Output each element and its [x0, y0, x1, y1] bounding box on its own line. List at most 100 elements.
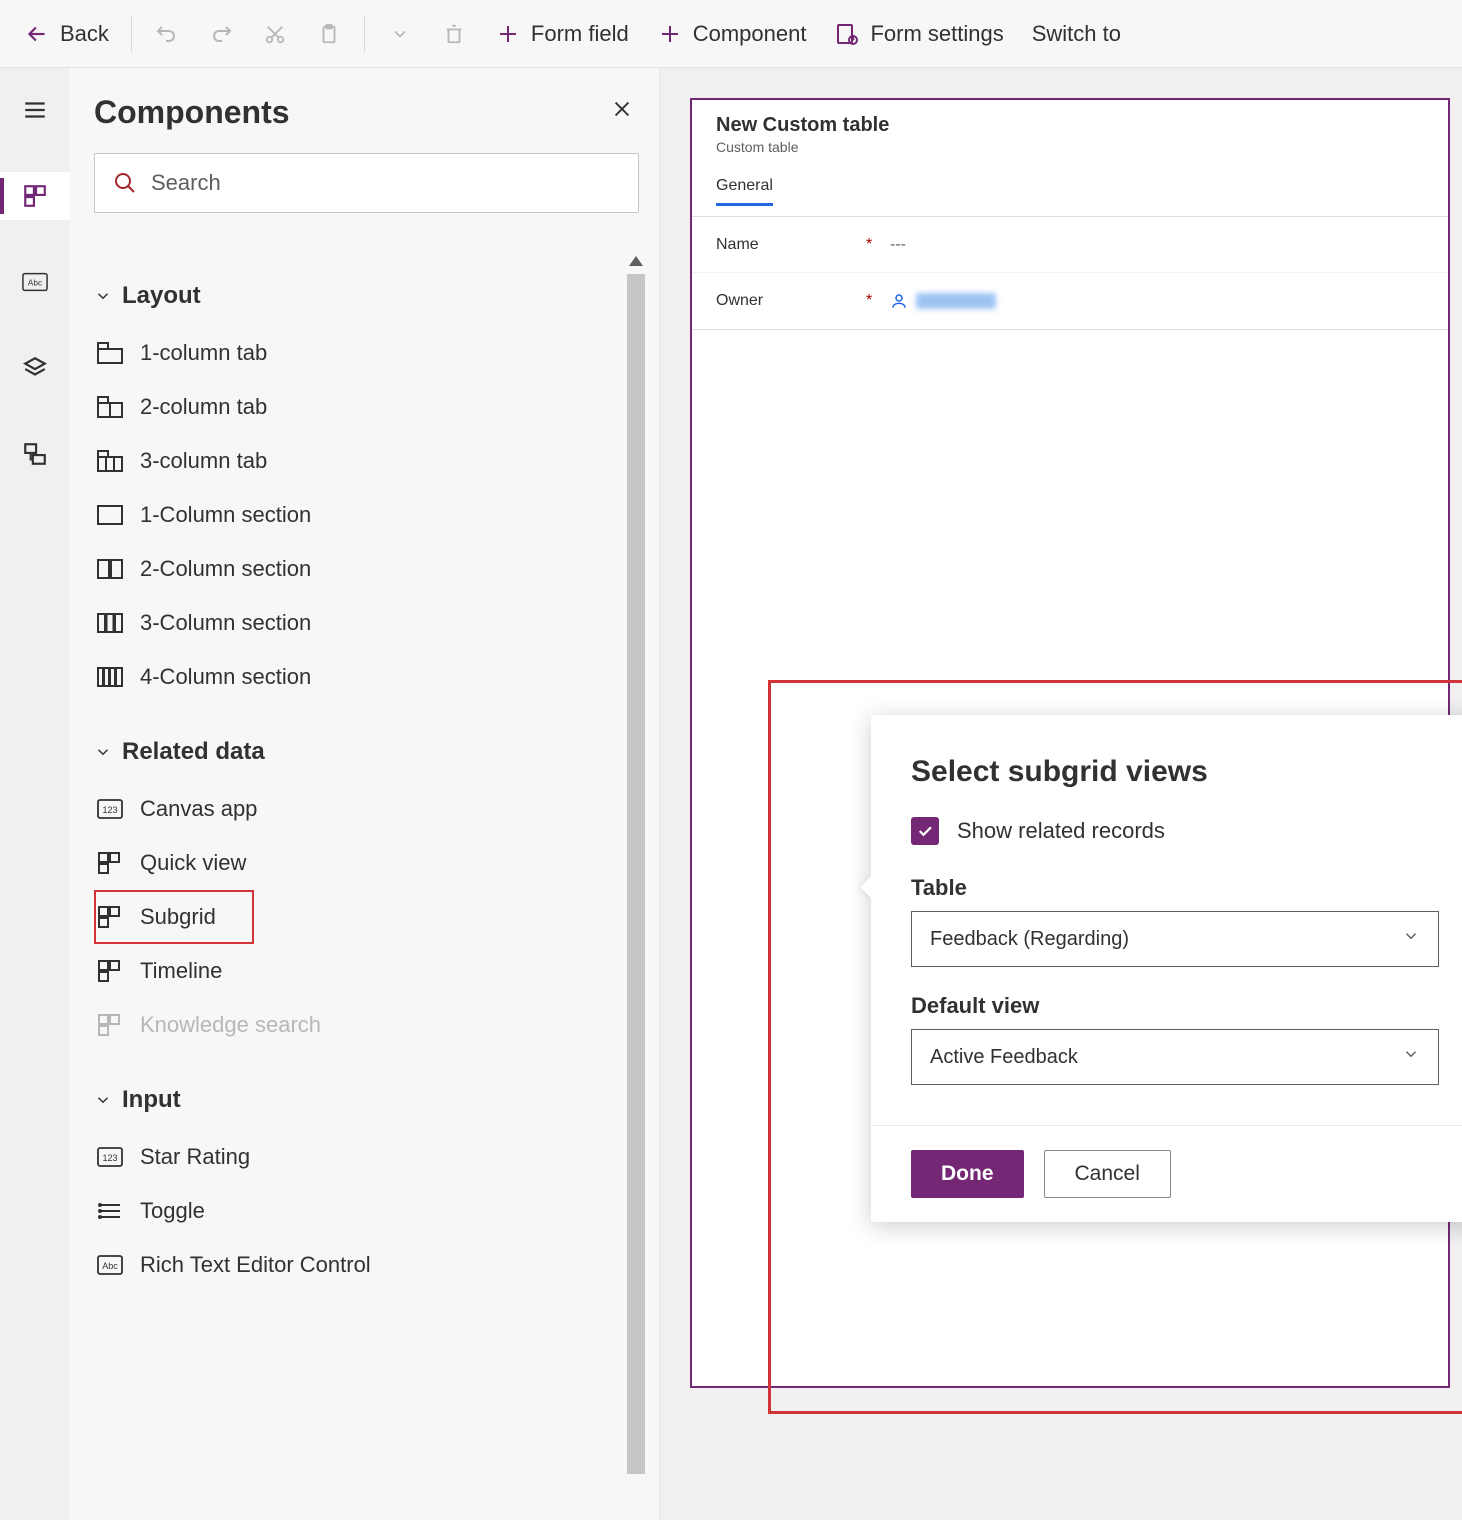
chevron-down-icon [94, 287, 112, 305]
annotation-highlight-box: Select subgrid views Show related record… [768, 680, 1462, 1414]
section-layout-label: Layout [122, 282, 201, 310]
add-form-field-button[interactable]: Form field [483, 15, 641, 53]
redo-button[interactable] [196, 15, 246, 53]
cut-button[interactable] [250, 15, 300, 53]
form-settings-icon [834, 21, 860, 47]
component-2-column-tab[interactable]: 2-column tab [94, 380, 645, 434]
field-name-value: --- [890, 236, 906, 254]
panel-scrollbar[interactable] [627, 248, 645, 1520]
component-knowledge-search: Knowledge search [94, 998, 645, 1052]
field-owner-row[interactable]: Owner * [692, 273, 1448, 329]
delete-button[interactable] [429, 15, 479, 53]
rich-text-icon: Abc [96, 1254, 124, 1276]
label: Star Rating [140, 1144, 250, 1170]
field-name-label: Name [716, 236, 856, 254]
table-field-label: Table [911, 875, 1439, 901]
form-card[interactable]: New Custom table Custom table General Na… [690, 98, 1450, 1388]
component-subgrid[interactable]: Subgrid [94, 890, 254, 944]
rail-tree-button[interactable] [11, 430, 59, 478]
abc-icon: Abc [22, 271, 48, 293]
tab-3col-icon [96, 450, 124, 472]
show-related-label: Show related records [957, 818, 1165, 844]
rail-hamburger-button[interactable] [11, 86, 59, 134]
canvas-app-icon: 123 [96, 798, 124, 820]
table-select[interactable]: Feedback (Regarding) [911, 911, 1439, 967]
view-field-label: Default view [911, 993, 1439, 1019]
section-related-header[interactable]: Related data [94, 738, 645, 766]
redo-icon [208, 21, 234, 47]
undo-icon [154, 21, 180, 47]
layers-icon [22, 355, 48, 381]
form-title: New Custom table [716, 114, 1424, 137]
view-select-value: Active Feedback [930, 1046, 1078, 1069]
section-input-label: Input [122, 1086, 181, 1114]
component-quick-view[interactable]: Quick view [94, 836, 645, 890]
left-rail: Abc [0, 68, 70, 1520]
label: Canvas app [140, 796, 257, 822]
timeline-icon [96, 960, 124, 982]
component-canvas-app[interactable]: 123 Canvas app [94, 782, 645, 836]
section-layout-header[interactable]: Layout [94, 282, 645, 310]
label: 1-column tab [140, 340, 267, 366]
label: 4-Column section [140, 664, 311, 690]
checkbox-checked-icon [911, 817, 939, 845]
panel-title: Components [94, 94, 290, 131]
quick-view-icon [96, 852, 124, 874]
label: 1-Column section [140, 502, 311, 528]
view-select[interactable]: Active Feedback [911, 1029, 1439, 1085]
label: Knowledge search [140, 1012, 321, 1038]
rail-components-button[interactable] [0, 172, 70, 220]
component-1-column-section[interactable]: 1-Column section [94, 488, 645, 542]
cancel-label: Cancel [1075, 1162, 1140, 1186]
form-settings-button[interactable]: Form settings [822, 15, 1015, 53]
top-toolbar: Back Form field [0, 0, 1462, 68]
plus-icon [495, 21, 521, 47]
svg-text:123: 123 [102, 1153, 117, 1163]
svg-text:Abc: Abc [28, 278, 42, 288]
form-settings-label: Form settings [870, 21, 1003, 47]
components-icon [22, 183, 48, 209]
cancel-button[interactable]: Cancel [1044, 1150, 1171, 1198]
chevron-down-icon [387, 21, 413, 47]
popover-arrow-icon [860, 875, 872, 899]
component-toggle[interactable]: Toggle [94, 1184, 645, 1238]
label: Rich Text Editor Control [140, 1252, 371, 1278]
field-owner-label: Owner [716, 292, 856, 310]
field-name-row[interactable]: Name * --- [692, 217, 1448, 273]
component-3-column-section[interactable]: 3-Column section [94, 596, 645, 650]
component-4-column-section[interactable]: 4-Column section [94, 650, 645, 704]
switch-button[interactable]: Switch to [1020, 15, 1133, 53]
done-button[interactable]: Done [911, 1150, 1024, 1198]
owner-value [890, 292, 996, 310]
rail-layers-button[interactable] [11, 344, 59, 392]
more-chevron-button[interactable] [375, 15, 425, 53]
back-button[interactable]: Back [12, 15, 121, 53]
component-star-rating[interactable]: 123 Star Rating [94, 1130, 645, 1184]
section-input-header[interactable]: Input [94, 1086, 645, 1114]
form-tab-general[interactable]: General [716, 173, 773, 206]
scrollbar-thumb[interactable] [627, 274, 645, 1474]
add-component-button[interactable]: Component [645, 15, 819, 53]
paste-button[interactable] [304, 15, 354, 53]
tab-2col-icon [96, 396, 124, 418]
sec-4col-icon [96, 666, 124, 688]
show-related-checkbox[interactable]: Show related records [911, 817, 1439, 845]
chevron-down-icon [94, 1091, 112, 1109]
knowledge-search-icon [96, 1014, 124, 1036]
component-2-column-section[interactable]: 2-Column section [94, 542, 645, 596]
search-input[interactable]: Search [94, 153, 639, 213]
component-1-column-tab[interactable]: 1-column tab [94, 326, 645, 380]
done-label: Done [941, 1162, 994, 1186]
rail-abc-button[interactable]: Abc [11, 258, 59, 306]
component-3-column-tab[interactable]: 3-column tab [94, 434, 645, 488]
sec-1col-icon [96, 504, 124, 526]
component-timeline[interactable]: Timeline [94, 944, 645, 998]
label: 3-column tab [140, 448, 267, 474]
switch-label: Switch to [1032, 21, 1121, 47]
component-rich-text[interactable]: Abc Rich Text Editor Control [94, 1238, 645, 1292]
subgrid-popover: Select subgrid views Show related record… [871, 715, 1462, 1222]
person-icon [890, 292, 908, 310]
panel-close-button[interactable] [605, 92, 639, 133]
search-placeholder: Search [151, 170, 221, 196]
undo-button[interactable] [142, 15, 192, 53]
